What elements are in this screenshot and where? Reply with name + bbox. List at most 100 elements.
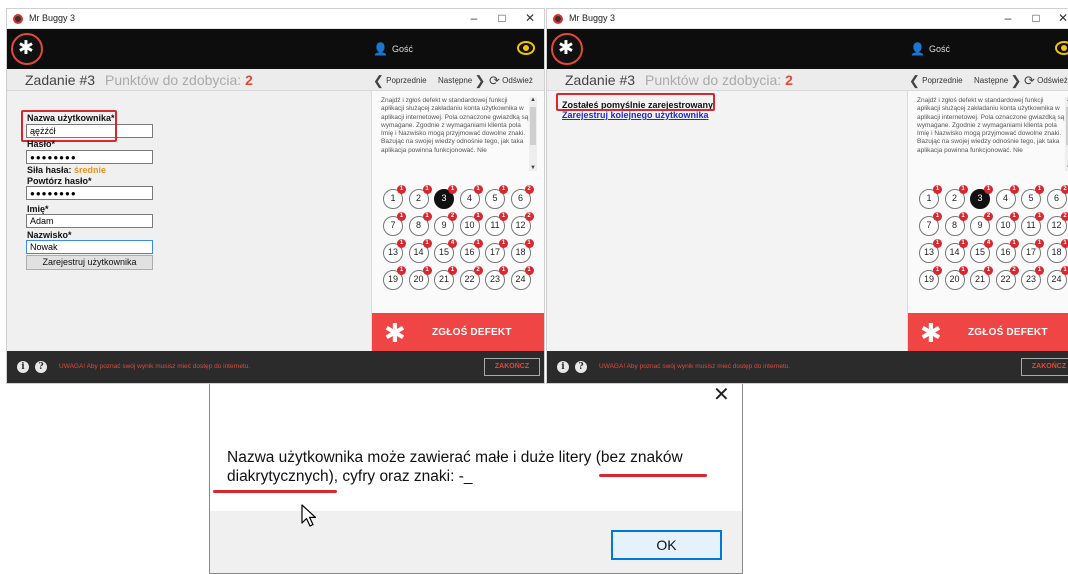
register-button[interactable]: Zarejestruj użytkownika xyxy=(26,255,153,270)
task-number: 13 xyxy=(387,247,398,257)
task-number-button[interactable]: 24 1 xyxy=(1046,266,1068,290)
report-defect-button[interactable]: ✱ ZGŁOŚ DEFEKT xyxy=(372,313,544,353)
task-number-button[interactable]: 81 xyxy=(944,212,968,236)
task-number-button[interactable]: 15 4 xyxy=(434,239,457,263)
user-indicator[interactable]: 👤 Gość xyxy=(910,42,950,56)
task-number-button[interactable]: 51 xyxy=(485,185,508,209)
task-number-button[interactable]: 16 1 xyxy=(459,239,483,263)
eye-icon[interactable] xyxy=(517,41,535,55)
prev-task-button[interactable]: ❮ Poprzednie xyxy=(373,73,427,89)
next-task-button[interactable]: Następne ❯ xyxy=(438,73,485,89)
lastname-input[interactable]: Nowak xyxy=(26,240,153,254)
task-number-button[interactable]: 62 xyxy=(1046,185,1068,209)
prev-task-button[interactable]: ❮ Poprzednie xyxy=(909,73,963,89)
task-number-button[interactable]: 51 xyxy=(1021,185,1044,209)
task-number-button[interactable]: 14 1 xyxy=(944,239,968,263)
user-indicator[interactable]: 👤 Gość xyxy=(373,42,413,56)
task-number-button[interactable]: 21 1 xyxy=(434,266,457,290)
task-number-button[interactable]: 71 xyxy=(919,212,942,236)
chevron-right-icon: ❯ xyxy=(474,73,486,88)
task-number-button[interactable]: 62 xyxy=(510,185,534,209)
description-scrollbar[interactable]: ▲ ▼ xyxy=(529,97,537,171)
minimize-button[interactable]: – xyxy=(467,11,481,25)
task-title: Zadanie #3 xyxy=(565,72,636,88)
report-defect-button[interactable]: ✱ ZGŁOŚ DEFEKT xyxy=(908,313,1068,353)
help-icon[interactable]: ? xyxy=(575,361,587,373)
task-number-button[interactable]: 22 2 xyxy=(459,266,483,290)
task-number-button[interactable]: 11 1 xyxy=(485,212,508,236)
refresh-button[interactable]: ⟳ Odśwież xyxy=(489,73,533,89)
firstname-input[interactable]: Adam xyxy=(26,214,153,228)
task-number-button[interactable]: 13 1 xyxy=(383,239,406,263)
maximize-button[interactable]: □ xyxy=(495,11,509,25)
task-number: 9 xyxy=(441,220,447,230)
task-number-button[interactable]: 41 xyxy=(459,185,483,209)
task-number-button[interactable]: 92 xyxy=(970,212,993,236)
task-number-button[interactable]: 14 1 xyxy=(408,239,432,263)
task-number-button[interactable]: 19 1 xyxy=(919,266,942,290)
task-number-button[interactable]: 31 xyxy=(970,185,993,209)
task-number-button[interactable]: 18 1 xyxy=(1046,239,1068,263)
task-number-button[interactable]: 18 1 xyxy=(510,239,534,263)
task-number-button[interactable]: 31 xyxy=(434,185,457,209)
password-input[interactable]: ●●●●●●●● xyxy=(26,150,153,164)
task-number-button[interactable]: 24 1 xyxy=(510,266,534,290)
task-number-button[interactable]: 13 1 xyxy=(919,239,942,263)
close-icon[interactable]: ✕ xyxy=(713,384,730,406)
task-number-button[interactable]: 10 1 xyxy=(459,212,483,236)
task-number: 18 xyxy=(1051,247,1062,257)
task-number: 13 xyxy=(923,247,934,257)
task-number-button[interactable]: 17 1 xyxy=(485,239,508,263)
task-number-button[interactable]: 22 2 xyxy=(995,266,1019,290)
task-number: 23 xyxy=(1025,274,1036,284)
task-number: 7 xyxy=(926,220,932,230)
task-number-button[interactable]: 23 1 xyxy=(485,266,508,290)
info-icon[interactable]: i xyxy=(557,361,569,373)
task-number-button[interactable]: 17 1 xyxy=(1021,239,1044,263)
register-another-link[interactable]: Zarejestruj kolejnego użytkownika xyxy=(562,110,709,120)
task-number-button[interactable]: 15 4 xyxy=(970,239,993,263)
close-window-button[interactable]: ✕ xyxy=(1056,11,1068,25)
task-number-button[interactable]: 20 1 xyxy=(408,266,432,290)
defect-count-badge: 1 xyxy=(473,185,483,194)
eye-icon[interactable] xyxy=(1055,41,1068,55)
task-number-button[interactable]: 12 2 xyxy=(1046,212,1068,236)
task-number-button[interactable]: 20 1 xyxy=(944,266,968,290)
task-number-button[interactable]: 71 xyxy=(383,212,406,236)
underline-annotation xyxy=(599,474,707,477)
close-window-button[interactable]: ✕ xyxy=(523,11,537,25)
task-number-button[interactable]: 41 xyxy=(995,185,1019,209)
task-number-button[interactable]: 11 xyxy=(919,185,942,209)
defect-count-badge: 1 xyxy=(1009,212,1019,221)
task-number-button[interactable]: 12 2 xyxy=(510,212,534,236)
repeat-password-input[interactable]: ●●●●●●●● xyxy=(26,186,153,200)
end-button[interactable]: ZAKOŃCZ xyxy=(484,358,540,376)
task-number-button[interactable]: 92 xyxy=(434,212,457,236)
task-number-button[interactable]: 11 xyxy=(383,185,406,209)
refresh-icon: ⟳ xyxy=(489,73,500,88)
task-number: 5 xyxy=(1028,193,1034,203)
dialog-footer: OK xyxy=(210,511,742,573)
task-number-button[interactable]: 16 1 xyxy=(995,239,1019,263)
end-button[interactable]: ZAKOŃCZ xyxy=(1021,358,1068,376)
next-task-button[interactable]: Następne ❯ xyxy=(974,73,1021,89)
refresh-button[interactable]: ⟳ Odśwież xyxy=(1024,73,1068,89)
task-number-button[interactable]: 21 xyxy=(408,185,432,209)
task-number-button[interactable]: 81 xyxy=(408,212,432,236)
defect-count-badge: 1 xyxy=(984,266,993,275)
maximize-button[interactable]: □ xyxy=(1029,11,1043,25)
info-icon[interactable]: i xyxy=(17,361,29,373)
task-number-button[interactable]: 21 1 xyxy=(970,266,993,290)
ok-button[interactable]: OK xyxy=(611,530,722,560)
task-number-button[interactable]: 11 1 xyxy=(1021,212,1044,236)
task-number-button[interactable]: 19 1 xyxy=(383,266,406,290)
task-number-button[interactable]: 10 1 xyxy=(995,212,1019,236)
scroll-down-icon[interactable]: ▼ xyxy=(529,165,537,171)
task-number-button[interactable]: 21 xyxy=(944,185,968,209)
task-number: 1 xyxy=(926,193,932,203)
scroll-thumb[interactable] xyxy=(530,107,536,145)
help-icon[interactable]: ? xyxy=(35,361,47,373)
task-number-button[interactable]: 23 1 xyxy=(1021,266,1044,290)
minimize-button[interactable]: – xyxy=(1001,11,1015,25)
scroll-up-icon[interactable]: ▲ xyxy=(529,97,537,103)
